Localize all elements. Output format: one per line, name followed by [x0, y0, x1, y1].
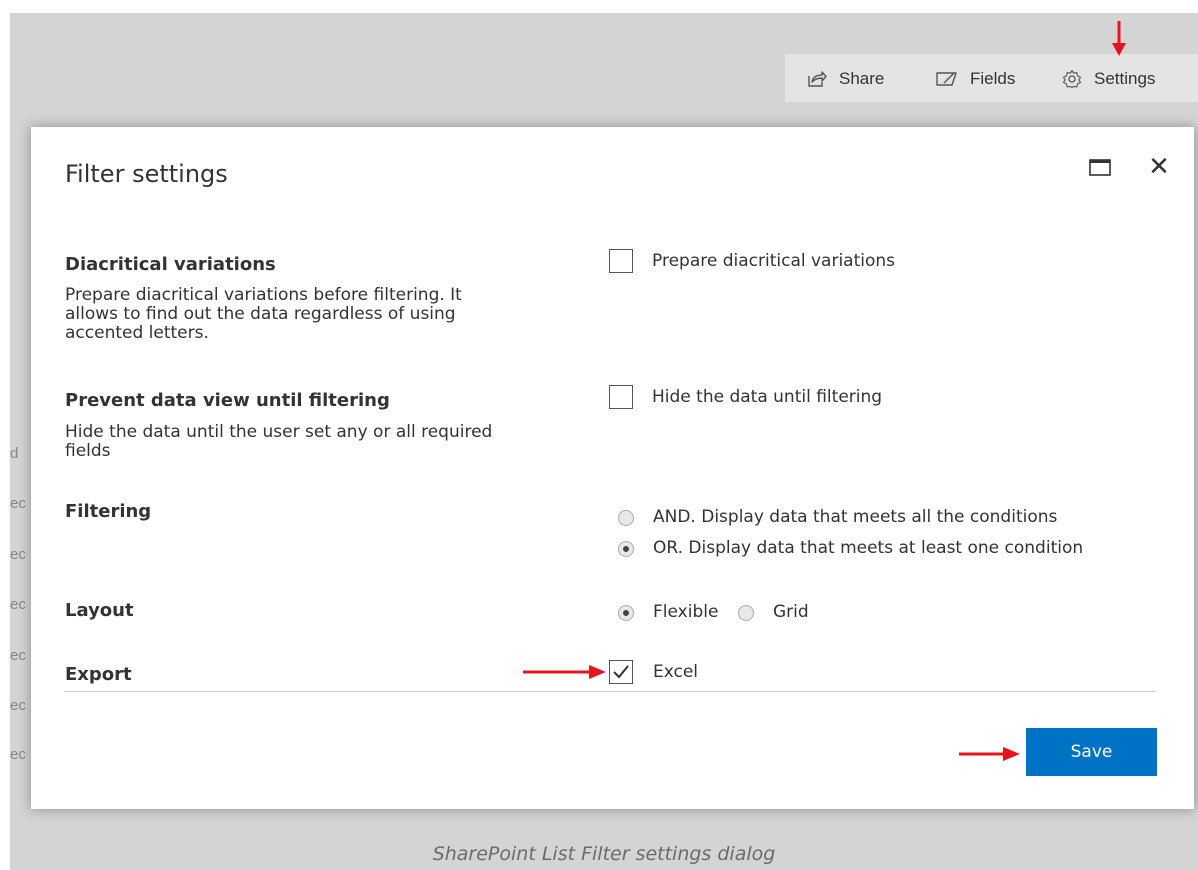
description-line: accented letters.	[65, 323, 209, 343]
layout-title: Layout	[65, 600, 134, 621]
and-radio[interactable]	[618, 510, 634, 526]
description-line: Hide the data until the user set any or …	[65, 422, 493, 442]
share-icon	[808, 71, 827, 87]
prevent-view-description: Hide the data until the user set any or …	[65, 423, 585, 461]
or-radio-label: OR. Display data that meets at least one…	[653, 538, 1084, 558]
description-line: allows to find out the data regardless o…	[65, 304, 456, 324]
annotation-arrow-excel	[523, 665, 606, 679]
filtering-title: Filtering	[65, 501, 152, 522]
settings-command[interactable]: Settings	[1062, 67, 1155, 91]
edit-fields-icon	[936, 72, 957, 86]
grid-radio-label: Grid	[773, 602, 809, 622]
background-text-fragment: ec	[10, 495, 26, 512]
checkmark-icon	[613, 665, 629, 679]
share-label: Share	[839, 69, 885, 88]
background-text-fragment: ec	[10, 546, 26, 563]
background-text-fragment: d	[10, 445, 19, 462]
prevent-view-title: Prevent data view until filtering	[65, 390, 390, 411]
annotation-arrow-save	[959, 747, 1020, 761]
maximize-icon[interactable]	[1089, 159, 1113, 177]
or-radio[interactable]	[618, 541, 634, 557]
grid-radio[interactable]	[738, 605, 754, 621]
flexible-radio[interactable]	[618, 605, 634, 621]
fields-command[interactable]: Fields	[936, 67, 1015, 91]
excel-checkbox[interactable]	[609, 660, 633, 684]
settings-label: Settings	[1094, 69, 1156, 88]
export-title: Export	[65, 664, 132, 685]
diacritical-title: Diacritical variations	[65, 254, 276, 275]
save-button[interactable]: Save	[1026, 728, 1157, 776]
filter-settings-dialog: Filter settings ✕ Diacritical variations…	[31, 127, 1194, 809]
diacritical-checkbox[interactable]	[609, 249, 633, 273]
background-text-fragment: ec	[10, 596, 26, 613]
description-line: Prepare diacritical variations before fi…	[65, 285, 462, 305]
hide-data-checkbox[interactable]	[609, 385, 633, 409]
hide-data-checkbox-label: Hide the data until filtering	[652, 387, 883, 407]
description-line: fields	[65, 441, 111, 461]
diacritical-description: Prepare diacritical variations before fi…	[65, 286, 585, 343]
flexible-radio-label: Flexible	[653, 602, 719, 622]
share-command[interactable]: Share	[807, 67, 884, 91]
diacritical-checkbox-label: Prepare diacritical variations	[652, 251, 896, 271]
background-text-fragment: ec	[10, 697, 26, 714]
dialog-title: Filter settings	[65, 160, 228, 188]
fields-label: Fields	[970, 69, 1016, 88]
gear-icon	[1062, 69, 1082, 89]
figure-caption: SharePoint List Filter settings dialog	[432, 843, 776, 865]
background-text-fragment: ec	[10, 746, 26, 763]
annotation-arrow-settings	[1112, 21, 1126, 56]
excel-checkbox-label: Excel	[653, 662, 699, 682]
and-radio-label: AND. Display data that meets all the con…	[653, 507, 1058, 527]
dialog-divider	[64, 691, 1156, 692]
close-icon[interactable]: ✕	[1144, 151, 1174, 181]
background-text-fragment: ec	[10, 647, 26, 664]
